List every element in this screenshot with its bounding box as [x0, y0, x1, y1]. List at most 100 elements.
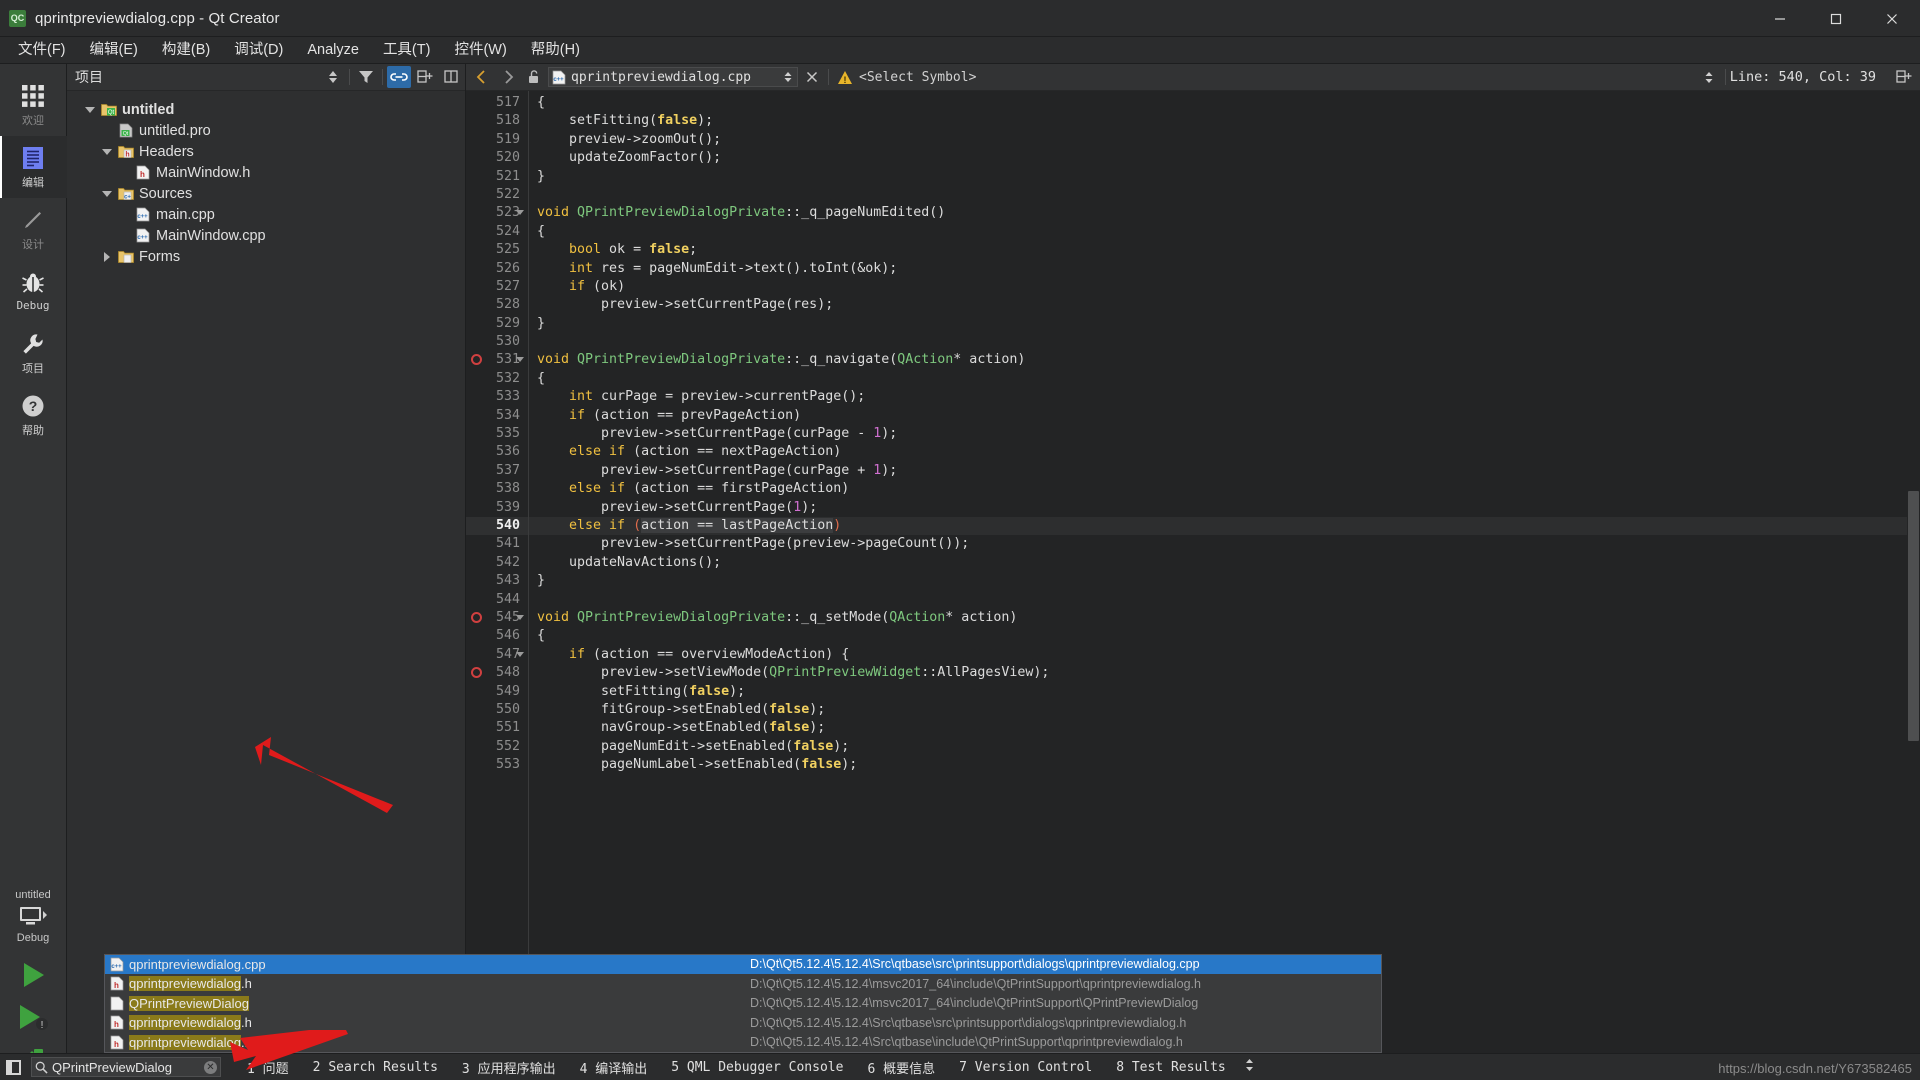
mode-edit[interactable]: 编辑 — [0, 136, 67, 198]
line-number[interactable]: 517 — [466, 94, 528, 112]
tree-item-untitled-pro[interactable]: Qt untitled.pro — [67, 120, 465, 141]
minimize-button[interactable] — [1752, 0, 1808, 37]
fold-marker-icon[interactable] — [516, 651, 524, 657]
code-line[interactable]: if (action == overviewModeAction) { — [529, 646, 1920, 664]
pane-button-test-results[interactable]: 8 Test Results — [1104, 1057, 1238, 1078]
code-line[interactable]: updateZoomFactor(); — [529, 149, 1920, 167]
code-line[interactable]: preview->setCurrentPage(1); — [529, 499, 1920, 517]
filter-icon[interactable] — [354, 66, 378, 88]
line-number[interactable]: 537 — [466, 462, 528, 480]
view-selector-chevron-icon[interactable] — [321, 66, 345, 88]
code-line[interactable]: pageNumEdit->setEnabled(false); — [529, 738, 1920, 756]
line-number[interactable]: 524 — [466, 223, 528, 241]
code-line[interactable]: bool ok = false; — [529, 241, 1920, 259]
code-line[interactable]: preview->setCurrentPage(preview->pageCou… — [529, 535, 1920, 553]
code-line[interactable]: else if (action == firstPageAction) — [529, 480, 1920, 498]
line-number[interactable]: 533 — [466, 388, 528, 406]
code-line[interactable]: setFitting(false); — [529, 112, 1920, 130]
line-number[interactable]: 545 — [466, 609, 528, 627]
pane-button-issues[interactable]: 1 问题 — [235, 1055, 301, 1080]
pane-button-search-results[interactable]: 2 Search Results — [301, 1057, 450, 1078]
code-line[interactable]: fitGroup->setEnabled(false); — [529, 701, 1920, 719]
code-line[interactable]: pageNumLabel->setEnabled(false); — [529, 756, 1920, 774]
line-number[interactable]: 534 — [466, 407, 528, 425]
tree-item-headers[interactable]: h Headers — [67, 141, 465, 162]
pane-button-version-control[interactable]: 7 Version Control — [947, 1057, 1104, 1078]
code-line[interactable]: } — [529, 168, 1920, 186]
line-number[interactable]: 530 — [466, 333, 528, 351]
add-split-icon[interactable] — [413, 66, 437, 88]
line-column-indicator[interactable]: Line: 540, Col: 39 — [1730, 69, 1876, 85]
unlock-icon[interactable] — [522, 66, 546, 88]
menu-build[interactable]: 构建(B) — [150, 38, 222, 62]
mode-projects[interactable]: 项目 — [0, 322, 67, 384]
pane-button-qml-debugger-console[interactable]: 5 QML Debugger Console — [659, 1057, 855, 1078]
tree-item-sources[interactable]: c+ Sources — [67, 183, 465, 204]
line-number[interactable]: 532 — [466, 370, 528, 388]
code-line[interactable]: navGroup->setEnabled(false); — [529, 719, 1920, 737]
line-number[interactable]: 538 — [466, 480, 528, 498]
go-back-icon[interactable] — [470, 66, 494, 88]
code-line[interactable]: preview->setCurrentPage(curPage - 1); — [529, 425, 1920, 443]
code-line[interactable]: else if (action == nextPageAction) — [529, 443, 1920, 461]
line-number[interactable]: 535 — [466, 425, 528, 443]
line-number[interactable]: 536 — [466, 443, 528, 461]
pane-button-application-output[interactable]: 3 应用程序输出 — [450, 1055, 568, 1080]
line-number[interactable]: 540 — [466, 516, 528, 536]
line-number[interactable]: 518 — [466, 112, 528, 130]
line-number[interactable]: 519 — [466, 131, 528, 149]
code-line[interactable]: preview->setViewMode(QPrintPreviewWidget… — [529, 664, 1920, 682]
line-number[interactable]: 541 — [466, 535, 528, 553]
menu-help[interactable]: 帮助(H) — [519, 38, 592, 62]
code-line[interactable]: int curPage = preview->currentPage(); — [529, 388, 1920, 406]
line-number[interactable]: 551 — [466, 719, 528, 737]
expander-down-icon[interactable] — [98, 190, 116, 197]
line-number[interactable]: 546 — [466, 627, 528, 645]
mode-welcome[interactable]: 欢迎 — [0, 74, 67, 136]
go-forward-icon[interactable] — [496, 66, 520, 88]
code-line[interactable]: preview->setCurrentPage(res); — [529, 296, 1920, 314]
code-line[interactable]: } — [529, 572, 1920, 590]
pane-button-general-messages[interactable]: 6 概要信息 — [855, 1055, 947, 1080]
close-pane-icon[interactable] — [439, 66, 463, 88]
locator-results-popup[interactable]: c++ qprintpreviewdialog.cpp D:\Qt\Qt5.12.4… — [104, 953, 1382, 1053]
code-line[interactable]: { — [529, 627, 1920, 645]
kit-selector[interactable]: untitled Debug — [0, 889, 67, 954]
mode-design[interactable]: 设计 — [0, 198, 67, 260]
code-line[interactable] — [529, 333, 1920, 351]
code-text-area[interactable]: { setFitting(false); preview->zoomOut();… — [528, 91, 1920, 1080]
code-line[interactable]: if (action == prevPageAction) — [529, 407, 1920, 425]
mode-help[interactable]: ? 帮助 — [0, 384, 67, 446]
synchronize-with-editor-icon[interactable] — [387, 66, 411, 88]
line-number[interactable]: 523 — [466, 204, 528, 222]
code-line[interactable]: } — [529, 315, 1920, 333]
split-editor-icon[interactable] — [1892, 66, 1916, 88]
chevron-updown-icon[interactable] — [1697, 66, 1721, 88]
tree-item-forms[interactable]: Forms — [67, 246, 465, 267]
close-button[interactable] — [1864, 0, 1920, 37]
expander-down-icon[interactable] — [98, 148, 116, 155]
code-line[interactable]: preview->setCurrentPage(curPage + 1); — [529, 462, 1920, 480]
editor-vertical-scrollbar[interactable] — [1907, 91, 1920, 1080]
code-line[interactable]: { — [529, 94, 1920, 112]
line-number[interactable]: 529 — [466, 315, 528, 333]
line-number[interactable]: 543 — [466, 572, 528, 590]
fold-marker-icon[interactable] — [516, 357, 524, 363]
line-number[interactable]: 544 — [466, 591, 528, 609]
pane-button-compile-output[interactable]: 4 编译输出 — [568, 1055, 660, 1080]
expander-down-icon[interactable] — [81, 106, 99, 113]
maximize-button[interactable] — [1808, 0, 1864, 37]
breakpoint-marker-icon[interactable] — [471, 611, 482, 623]
code-line[interactable]: preview->zoomOut(); — [529, 131, 1920, 149]
code-line[interactable]: int res = pageNumEdit->text().toInt(&ok)… — [529, 260, 1920, 278]
menu-debug[interactable]: 调试(D) — [222, 38, 295, 62]
locator-result-row[interactable]: c++ qprintpreviewdialog.cpp D:\Qt\Qt5.12.4… — [105, 954, 1381, 974]
tree-item-untitled[interactable]: Qt untitled — [67, 99, 465, 120]
line-number[interactable]: 522 — [466, 186, 528, 204]
line-number[interactable]: 528 — [466, 296, 528, 314]
open-document-selector[interactable]: c++ qprintpreviewdialog.cpp — [548, 67, 798, 87]
line-number-gutter[interactable]: 517 518 519 520 521 522 523 524 525 526 527 528 529 5… — [466, 91, 528, 1080]
run-button[interactable] — [0, 954, 67, 996]
scrollbar-thumb[interactable] — [1908, 491, 1919, 741]
line-number[interactable]: 539 — [466, 499, 528, 517]
